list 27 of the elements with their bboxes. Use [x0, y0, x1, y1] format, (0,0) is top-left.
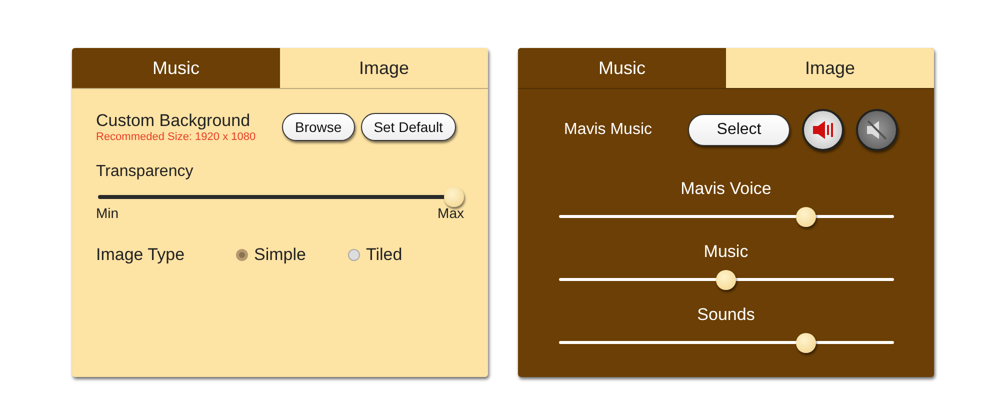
slider-thumb[interactable] [796, 333, 816, 353]
select-button[interactable]: Select [688, 114, 790, 146]
radio-option[interactable]: Simple [236, 245, 306, 265]
mute-icon [866, 120, 888, 140]
tab[interactable]: Music [72, 48, 280, 88]
slider-label: Music [704, 242, 748, 262]
slider-thumb[interactable] [716, 270, 736, 290]
tab[interactable]: Music [518, 48, 726, 88]
pill-button[interactable]: Set Default [360, 113, 456, 141]
section-title: Custom Background [96, 111, 252, 131]
radio-option[interactable]: Tiled [348, 245, 402, 265]
music-label: Mavis Music [564, 121, 654, 139]
sound-button[interactable] [802, 109, 844, 151]
option-label: Image Type [96, 245, 186, 265]
mute-button[interactable] [856, 109, 898, 151]
slider-label: Transparency [96, 163, 194, 181]
slider-label: Mavis Voice [680, 179, 772, 199]
slider-thumb[interactable] [796, 207, 816, 227]
min-label: Min [96, 205, 119, 221]
tab[interactable]: Image [280, 48, 488, 88]
pill-button[interactable]: Browse [282, 113, 355, 141]
tab[interactable]: Image [726, 48, 934, 88]
max-label: Max [438, 205, 464, 221]
slider-thumb[interactable] [444, 187, 464, 207]
slider-label: Sounds [697, 305, 755, 325]
speaker-icon [812, 120, 834, 140]
size-note: Recommeded Size: 1920 x 1080 [96, 131, 257, 143]
